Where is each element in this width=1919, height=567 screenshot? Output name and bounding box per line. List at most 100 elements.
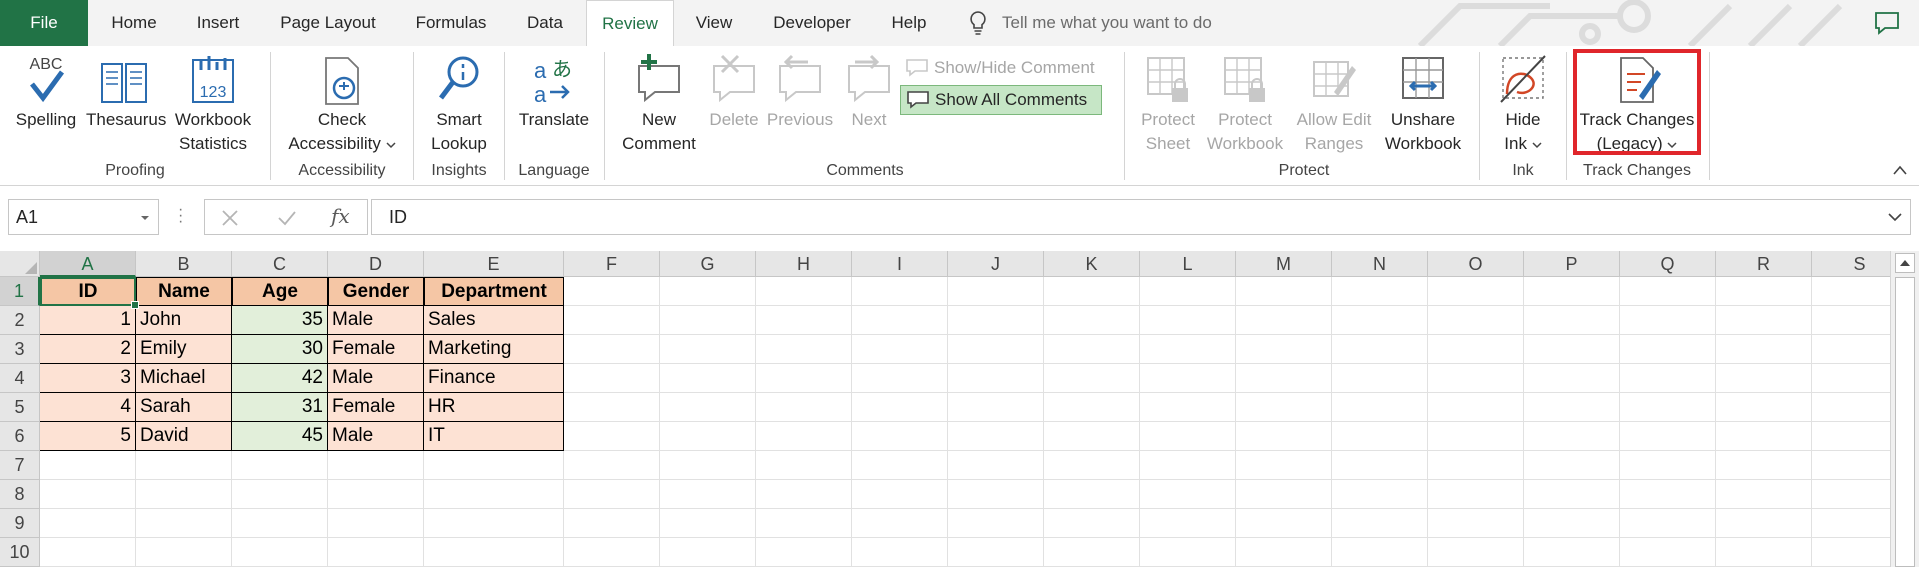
tab-page-layout[interactable]: Page Layout bbox=[266, 0, 390, 46]
cell-s1[interactable] bbox=[1812, 277, 1890, 306]
translate-button[interactable]: a あ a Translate bbox=[514, 52, 594, 132]
cell-f3[interactable] bbox=[564, 335, 660, 364]
cell-k8[interactable] bbox=[1044, 480, 1140, 509]
cell-h10[interactable] bbox=[756, 538, 852, 567]
cell-l5[interactable] bbox=[1140, 393, 1236, 422]
cell-a3[interactable]: 2 bbox=[40, 335, 136, 364]
cell-j1[interactable] bbox=[948, 277, 1044, 306]
cell-h8[interactable] bbox=[756, 480, 852, 509]
cell-m7[interactable] bbox=[1236, 451, 1332, 480]
cell-s2[interactable] bbox=[1812, 306, 1890, 335]
cell-e3[interactable]: Marketing bbox=[424, 335, 564, 364]
smart-lookup-button[interactable]: Smart Lookup bbox=[424, 52, 494, 156]
cell-a7[interactable] bbox=[40, 451, 136, 480]
cell-j9[interactable] bbox=[948, 509, 1044, 538]
cell-g9[interactable] bbox=[660, 509, 756, 538]
cell-d1[interactable]: Gender bbox=[328, 277, 424, 306]
cell-l6[interactable] bbox=[1140, 422, 1236, 451]
column-header-i[interactable]: I bbox=[852, 251, 948, 277]
cell-q2[interactable] bbox=[1620, 306, 1716, 335]
cell-h3[interactable] bbox=[756, 335, 852, 364]
cell-h7[interactable] bbox=[756, 451, 852, 480]
unshare-workbook-button[interactable]: Unshare Workbook bbox=[1378, 52, 1468, 156]
cell-q5[interactable] bbox=[1620, 393, 1716, 422]
cell-q8[interactable] bbox=[1620, 480, 1716, 509]
cell-g2[interactable] bbox=[660, 306, 756, 335]
cell-d8[interactable] bbox=[328, 480, 424, 509]
tab-home[interactable]: Home bbox=[96, 0, 172, 46]
cell-b8[interactable] bbox=[136, 480, 232, 509]
cell-s6[interactable] bbox=[1812, 422, 1890, 451]
cell-r9[interactable] bbox=[1716, 509, 1812, 538]
cell-j5[interactable] bbox=[948, 393, 1044, 422]
column-header-a[interactable]: A bbox=[40, 251, 136, 277]
cell-l2[interactable] bbox=[1140, 306, 1236, 335]
cell-o6[interactable] bbox=[1428, 422, 1524, 451]
row-header-1[interactable]: 1 bbox=[0, 277, 40, 306]
cell-j6[interactable] bbox=[948, 422, 1044, 451]
cell-q7[interactable] bbox=[1620, 451, 1716, 480]
cell-f1[interactable] bbox=[564, 277, 660, 306]
cell-c2[interactable]: 35 bbox=[232, 306, 328, 335]
cell-n5[interactable] bbox=[1332, 393, 1428, 422]
cell-s9[interactable] bbox=[1812, 509, 1890, 538]
column-header-g[interactable]: G bbox=[660, 251, 756, 277]
tab-file[interactable]: File bbox=[0, 0, 88, 46]
workbook-statistics-button[interactable]: 123 Workbook Statistics bbox=[170, 52, 256, 156]
cell-e9[interactable] bbox=[424, 509, 564, 538]
cell-n6[interactable] bbox=[1332, 422, 1428, 451]
column-header-p[interactable]: P bbox=[1524, 251, 1620, 277]
cell-f4[interactable] bbox=[564, 364, 660, 393]
cell-c7[interactable] bbox=[232, 451, 328, 480]
cell-k1[interactable] bbox=[1044, 277, 1140, 306]
cell-e7[interactable] bbox=[424, 451, 564, 480]
cell-j3[interactable] bbox=[948, 335, 1044, 364]
cell-a9[interactable] bbox=[40, 509, 136, 538]
cell-i6[interactable] bbox=[852, 422, 948, 451]
cell-n3[interactable] bbox=[1332, 335, 1428, 364]
new-comment-button[interactable]: New Comment bbox=[614, 52, 704, 156]
cell-q1[interactable] bbox=[1620, 277, 1716, 306]
tab-data[interactable]: Data bbox=[510, 0, 580, 46]
cell-j10[interactable] bbox=[948, 538, 1044, 567]
cell-b1[interactable]: Name bbox=[136, 277, 232, 306]
column-header-b[interactable]: B bbox=[136, 251, 232, 277]
cell-f10[interactable] bbox=[564, 538, 660, 567]
tab-formulas[interactable]: Formulas bbox=[402, 0, 500, 46]
cell-k4[interactable] bbox=[1044, 364, 1140, 393]
row-header-8[interactable]: 8 bbox=[0, 480, 40, 509]
cell-k6[interactable] bbox=[1044, 422, 1140, 451]
cell-f6[interactable] bbox=[564, 422, 660, 451]
cell-e2[interactable]: Sales bbox=[424, 306, 564, 335]
scroll-up-button[interactable] bbox=[1895, 253, 1915, 273]
cell-k9[interactable] bbox=[1044, 509, 1140, 538]
cell-p9[interactable] bbox=[1524, 509, 1620, 538]
cell-n8[interactable] bbox=[1332, 480, 1428, 509]
cell-i5[interactable] bbox=[852, 393, 948, 422]
cell-s10[interactable] bbox=[1812, 538, 1890, 567]
cell-i8[interactable] bbox=[852, 480, 948, 509]
cell-c10[interactable] bbox=[232, 538, 328, 567]
cell-j7[interactable] bbox=[948, 451, 1044, 480]
cell-f5[interactable] bbox=[564, 393, 660, 422]
cell-o2[interactable] bbox=[1428, 306, 1524, 335]
cell-a4[interactable]: 3 bbox=[40, 364, 136, 393]
cell-q9[interactable] bbox=[1620, 509, 1716, 538]
cell-m3[interactable] bbox=[1236, 335, 1332, 364]
protect-sheet-button[interactable]: Protect Sheet bbox=[1132, 52, 1204, 156]
spelling-button[interactable]: ABC Spelling bbox=[12, 52, 80, 132]
expand-formula-bar-icon[interactable] bbox=[1888, 212, 1902, 222]
row-header-2[interactable]: 2 bbox=[0, 306, 40, 335]
protect-workbook-button[interactable]: Protect Workbook bbox=[1204, 52, 1286, 156]
allow-edit-ranges-button[interactable]: Allow Edit Ranges bbox=[1290, 52, 1378, 156]
cell-l1[interactable] bbox=[1140, 277, 1236, 306]
cell-h1[interactable] bbox=[756, 277, 852, 306]
cell-f7[interactable] bbox=[564, 451, 660, 480]
cell-k2[interactable] bbox=[1044, 306, 1140, 335]
row-header-6[interactable]: 6 bbox=[0, 422, 40, 451]
cell-g3[interactable] bbox=[660, 335, 756, 364]
cell-l3[interactable] bbox=[1140, 335, 1236, 364]
cell-o8[interactable] bbox=[1428, 480, 1524, 509]
cell-g4[interactable] bbox=[660, 364, 756, 393]
cell-m1[interactable] bbox=[1236, 277, 1332, 306]
